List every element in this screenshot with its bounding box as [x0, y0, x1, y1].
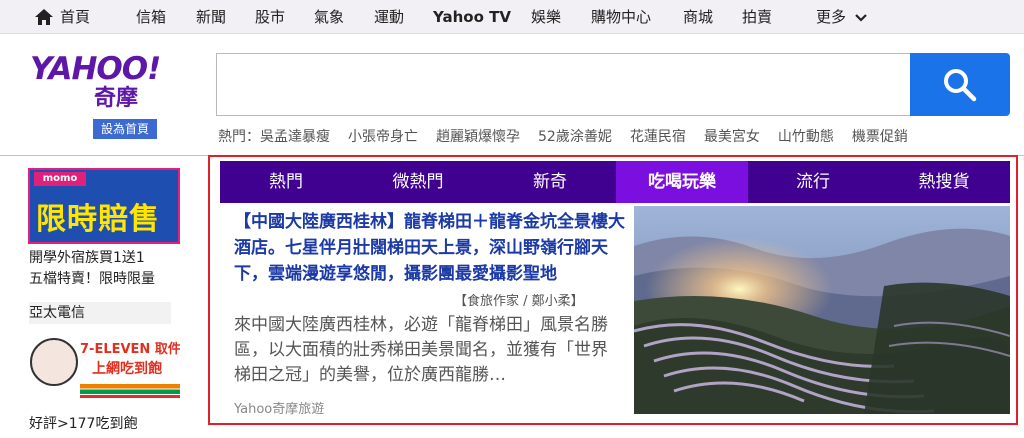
seven-eleven-ad-banner[interactable]: 7-ELEVEN 取件 上網吃到飽	[28, 334, 180, 410]
trending-label: 熱門：	[218, 129, 260, 145]
tab-novel[interactable]: 新奇	[484, 161, 616, 203]
tab-hot-products[interactable]: 熱搜貨	[878, 161, 1010, 203]
momo-logo: momo	[34, 172, 86, 186]
search-input[interactable]	[216, 53, 912, 116]
story-author: 【食旅作家 / 鄭小柔】	[454, 290, 584, 309]
nav-mail[interactable]: 信箱	[136, 0, 166, 34]
trending-item[interactable]: 52歲涂善妮	[538, 129, 612, 145]
story-headline[interactable]: 【中國大陸廣西桂林】龍脊梯田＋龍脊金坑全景樓大酒店。七星伴月壯闊梯田天上景，深山…	[234, 209, 626, 303]
tab-hot[interactable]: 熱門	[220, 161, 352, 203]
story-photo-rice-terraces[interactable]	[634, 206, 1010, 414]
tab-fashion[interactable]: 流行	[748, 161, 878, 203]
set-homepage-button[interactable]: 設為首頁	[93, 119, 157, 139]
trending-item[interactable]: 趙麗穎爆懷孕	[436, 129, 520, 145]
momo-ad-caption-1[interactable]: 開學外宿族買1送1	[29, 248, 145, 268]
nav-stock[interactable]: 股市	[255, 0, 285, 34]
trending-item[interactable]: 最美宮女	[704, 129, 760, 145]
search-button[interactable]	[910, 53, 1010, 116]
seven-eleven-logo-stripes	[80, 384, 180, 398]
nav-yahoo-tv[interactable]: Yahoo TV	[433, 0, 511, 34]
nav-entertainment[interactable]: 娛樂	[531, 0, 561, 34]
module-tabs: 熱門 微熱門 新奇 吃喝玩樂 流行 熱搜貨	[220, 161, 1010, 203]
yahoo-logo[interactable]: YAHOO! 奇摩	[30, 52, 180, 112]
trending-item[interactable]: 機票促銷	[852, 129, 908, 145]
momo-ad-banner[interactable]: momo 限時賠售	[28, 168, 180, 244]
nav-weather[interactable]: 氣象	[314, 0, 344, 34]
story-source[interactable]: Yahoo奇摩旅遊	[234, 398, 324, 417]
seven-ad-caption[interactable]: 好評>177吃到飽	[29, 414, 137, 434]
logo-wordmark: YAHOO!	[30, 51, 161, 87]
nav-home-label: 首頁	[60, 8, 91, 26]
momo-headline: 限時賠售	[36, 202, 160, 237]
featured-news-module: 熱門 微熱門 新奇 吃喝玩樂 流行 熱搜貨 【中國大陸廣西桂林】龍脊梯田＋龍脊金…	[208, 155, 1018, 425]
trending-item[interactable]: 花蓮民宿	[630, 129, 686, 145]
top-nav: 首頁 信箱 新聞 股市 氣象 運動 Yahoo TV 娛樂 購物中心 商城 拍賣…	[0, 0, 1024, 34]
nav-auction[interactable]: 拍賣	[742, 0, 772, 34]
seven-ad-line2: 上網吃到飽	[92, 361, 162, 377]
momo-ad-caption-2[interactable]: 五檔特賣！限時限量	[29, 269, 155, 289]
logo-subtitle: 奇摩	[94, 86, 139, 111]
tab-lifestyle[interactable]: 吃喝玩樂	[616, 161, 748, 203]
nav-more[interactable]: 更多	[816, 0, 867, 34]
sponsor-label[interactable]: 亞太電信	[29, 302, 171, 324]
trending-item[interactable]: 小張帝身亡	[348, 129, 418, 145]
seven-ad-line1: 7-ELEVEN 取件	[80, 342, 180, 357]
chevron-down-icon	[855, 13, 867, 22]
nav-shopping[interactable]: 購物中心	[591, 0, 651, 34]
mascot-icon	[30, 338, 78, 386]
trending-item[interactable]: 吳孟達暴瘦	[260, 129, 330, 145]
tab-trending[interactable]: 微熱門	[352, 161, 484, 203]
trending-searches: 熱門：吳孟達暴瘦 小張帝身亡 趙麗穎爆懷孕 52歲涂善妮 花蓮民宿 最美宮女 山竹動態 機票促…	[218, 126, 926, 148]
nav-news[interactable]: 新聞	[196, 0, 226, 34]
nav-mall[interactable]: 商城	[683, 0, 713, 34]
nav-home[interactable]: 首頁	[35, 0, 91, 34]
home-icon	[35, 9, 53, 25]
nav-more-label: 更多	[816, 8, 847, 26]
story-summary[interactable]: 來中國大陸廣西桂林，必遊「龍脊梯田」風景名勝區，以大面積的壯秀梯田美景聞名，並獲…	[234, 313, 618, 388]
trending-item[interactable]: 山竹動態	[778, 129, 834, 145]
nav-sports[interactable]: 運動	[374, 0, 404, 34]
search-icon	[944, 69, 977, 102]
